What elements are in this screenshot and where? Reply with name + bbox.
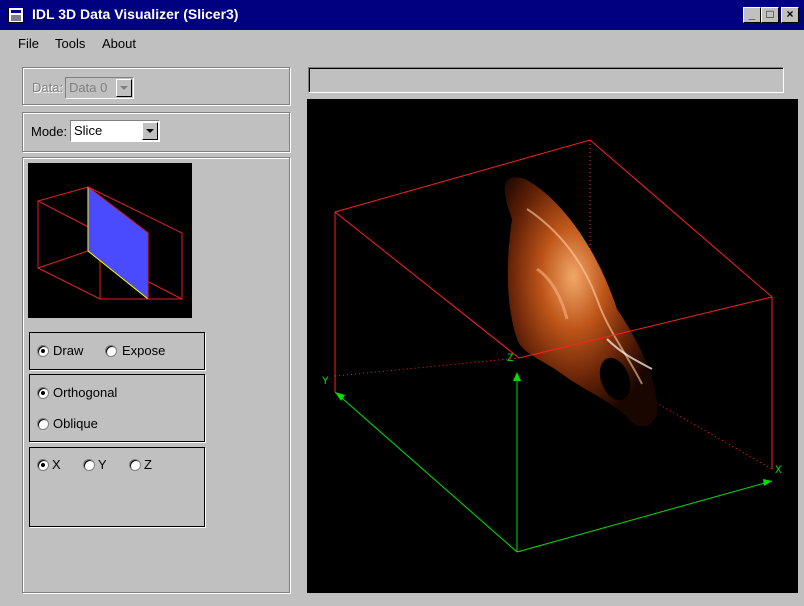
orientation-group: Orthogonal Oblique [29, 374, 205, 442]
axis-z-label[interactable]: Z [144, 457, 152, 472]
head-slice-volume [504, 177, 658, 427]
draw-radio[interactable] [37, 345, 49, 357]
slice-preview[interactable] [28, 163, 192, 318]
chevron-down-icon[interactable] [116, 79, 132, 97]
bounding-box-edge [334, 211, 520, 359]
axis-y-label[interactable]: Y [98, 457, 107, 472]
mode-label: Mode: [31, 124, 68, 139]
data-dropdown-value: Data 0 [69, 80, 108, 95]
status-field [308, 67, 784, 93]
axis-label-z: Z [507, 353, 514, 365]
app-icon[interactable] [8, 7, 24, 23]
minimize-button[interactable]: _ [743, 7, 761, 23]
axis-line [516, 480, 773, 553]
preview-box-edge [37, 186, 89, 269]
axis-x-radio[interactable] [37, 459, 49, 471]
axis-x-label[interactable]: X [52, 457, 61, 472]
menu-bar: File Tools About [0, 32, 804, 54]
axis-arrow [763, 479, 772, 486]
slice-plane [88, 187, 148, 299]
orthogonal-radio[interactable] [37, 387, 49, 399]
oblique-label[interactable]: Oblique [53, 416, 98, 431]
menu-file[interactable]: File [18, 36, 39, 51]
render-viewport[interactable]: Y Z X [307, 99, 798, 593]
oblique-radio[interactable] [37, 418, 49, 430]
preview-box-edge [37, 267, 101, 300]
bounding-box-hidden-edge [334, 357, 520, 377]
axis-line [334, 391, 518, 553]
draw-label[interactable]: Draw [53, 343, 83, 358]
expose-radio[interactable] [105, 345, 117, 357]
axis-z-radio[interactable] [129, 459, 141, 471]
menu-about[interactable]: About [102, 36, 136, 51]
axis-group: X Y Z [29, 447, 205, 527]
close-button[interactable]: × [781, 7, 799, 23]
orthogonal-label[interactable]: Orthogonal [53, 385, 117, 400]
window-title: IDL 3D Data Visualizer (Slicer3) [32, 6, 239, 22]
chevron-down-icon[interactable] [142, 122, 158, 140]
mode-dropdown[interactable]: Slice [70, 120, 160, 142]
axis-label-y: Y [322, 376, 329, 388]
mode-dropdown-value: Slice [74, 123, 103, 138]
expose-label[interactable]: Expose [122, 343, 165, 358]
axis-arrow [513, 372, 521, 381]
data-dropdown[interactable]: Data 0 [65, 77, 134, 99]
maximize-button[interactable]: □ [761, 7, 779, 23]
menu-tools[interactable]: Tools [55, 36, 85, 51]
title-bar[interactable]: IDL 3D Data Visualizer (Slicer3) _ □ × [0, 0, 804, 30]
data-label: Data: [32, 80, 64, 95]
draw-mode-group: Draw Expose [29, 332, 205, 370]
axis-y-radio[interactable] [83, 459, 95, 471]
axis-label-x: X [775, 465, 782, 477]
